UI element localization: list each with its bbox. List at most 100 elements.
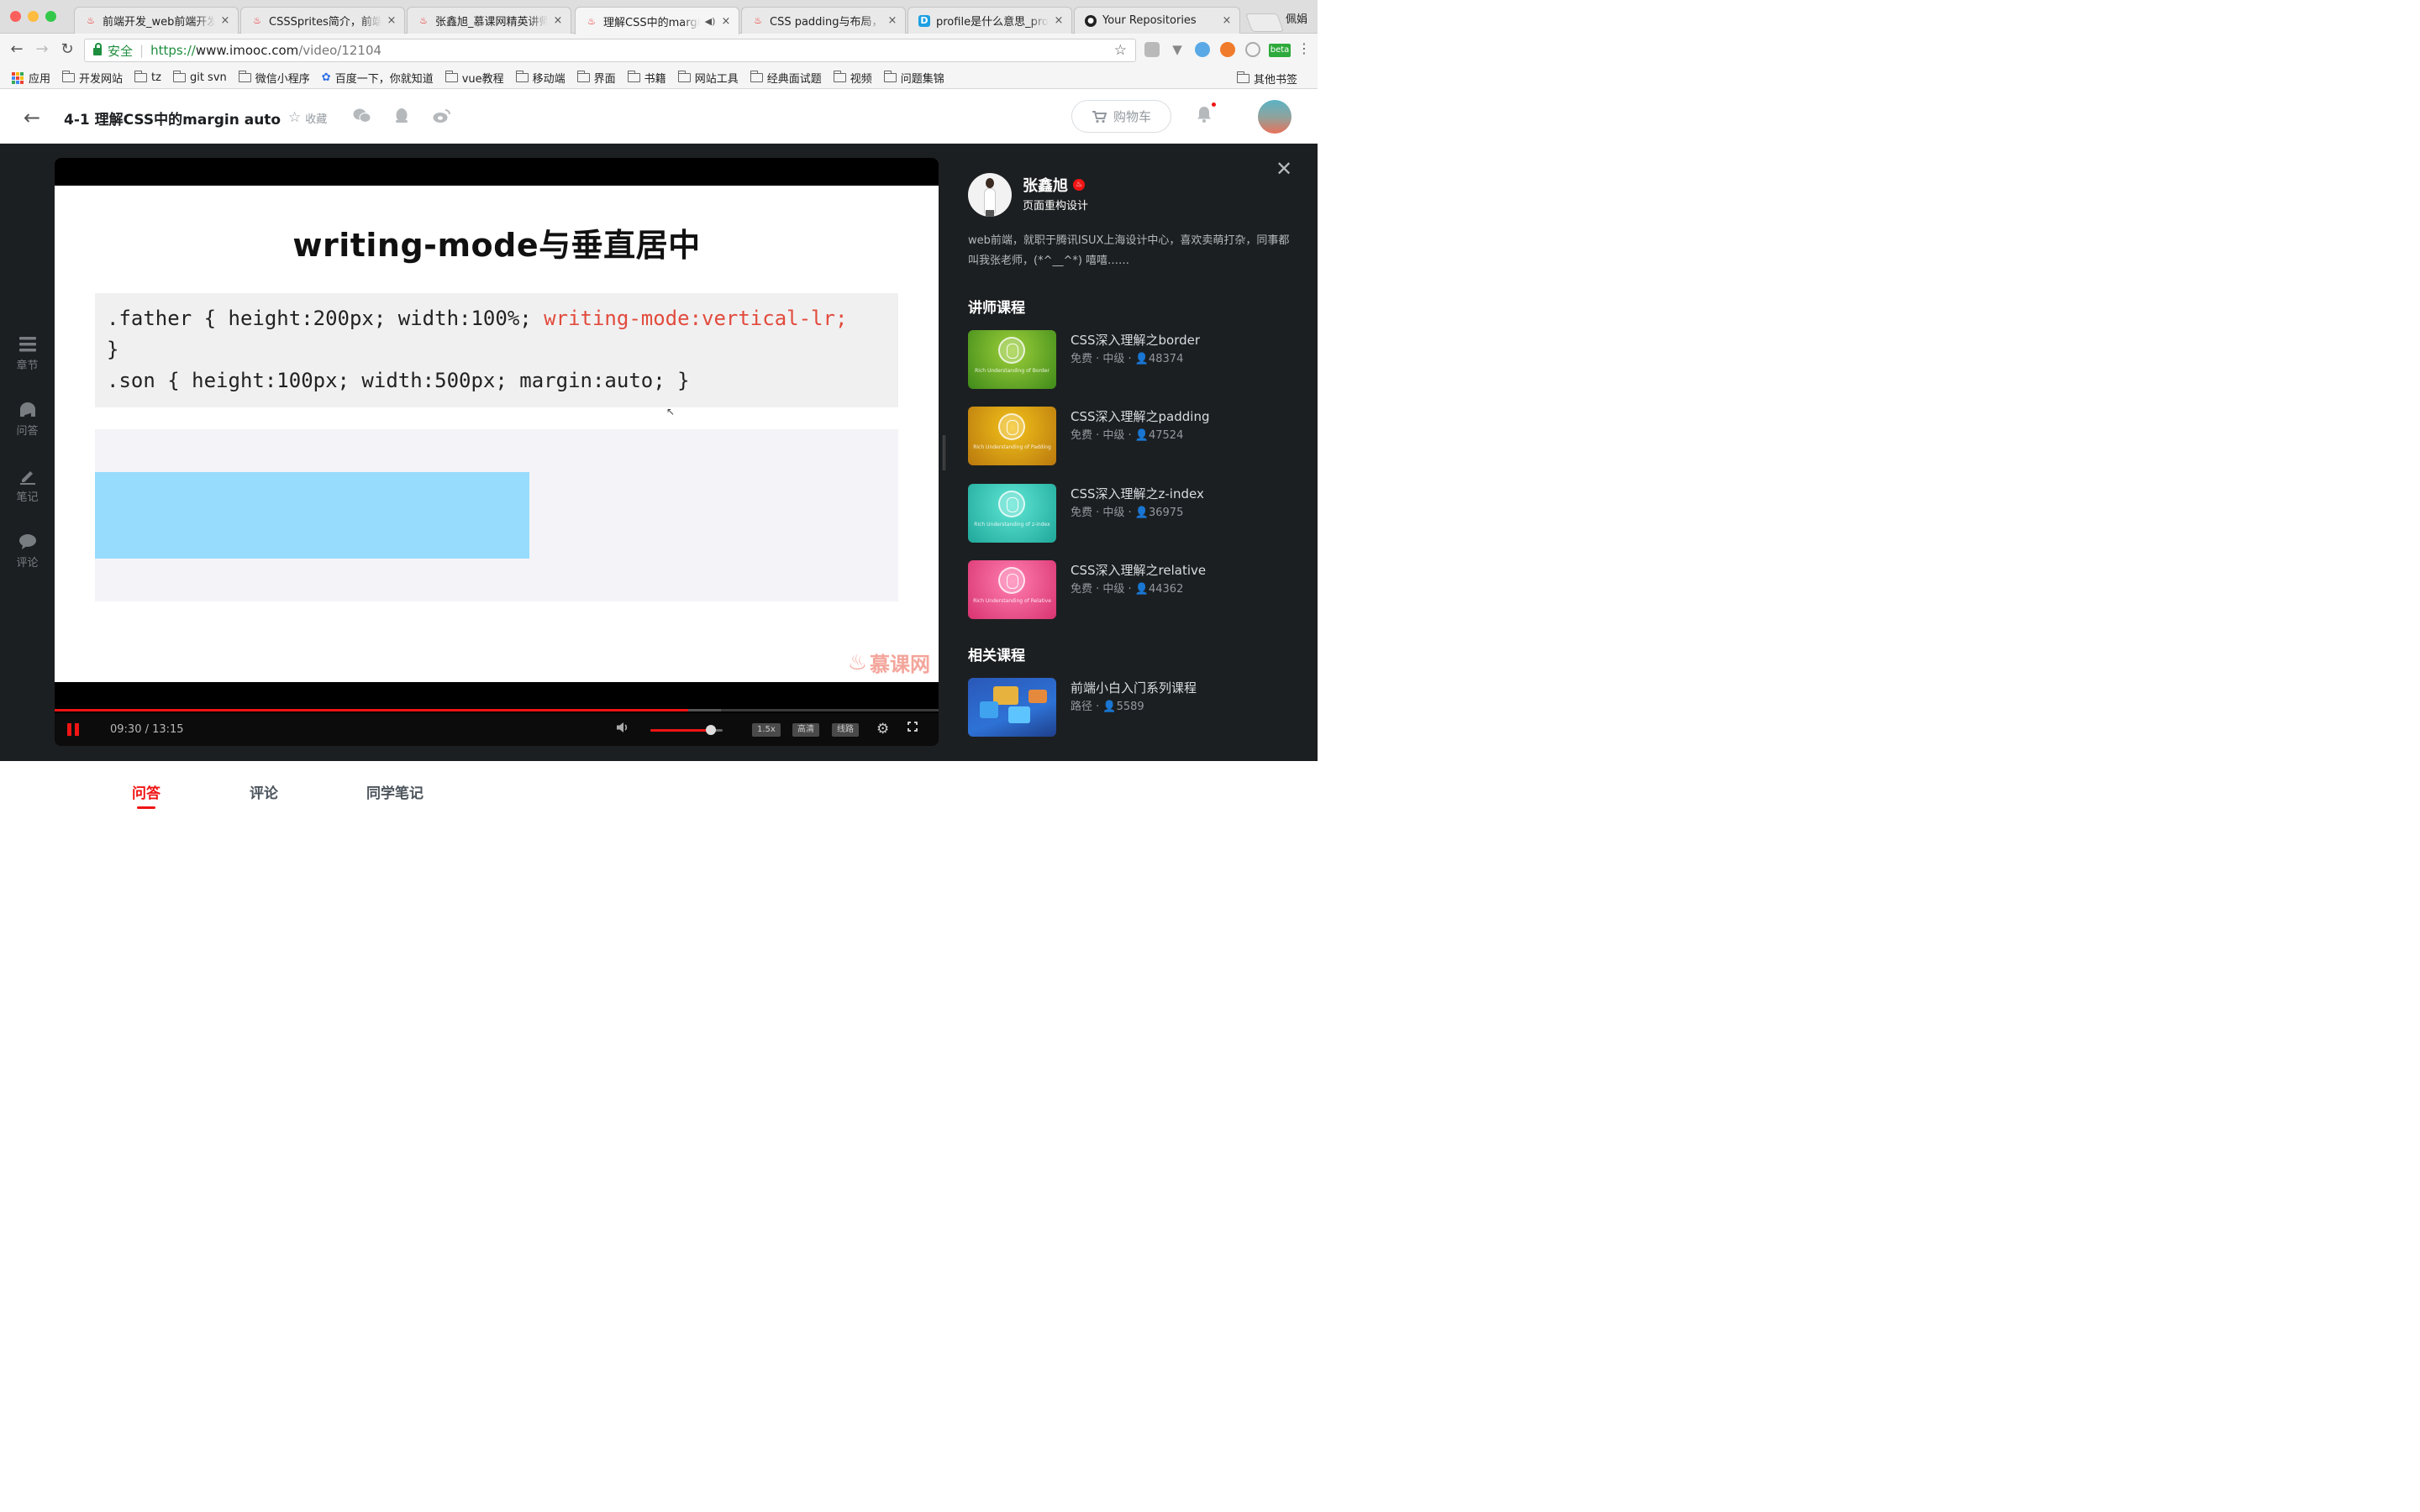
forward-icon[interactable]: → xyxy=(32,40,52,58)
browser-profile-name[interactable]: 佩娟 xyxy=(1286,10,1307,26)
shopping-cart-button[interactable]: 购物车 xyxy=(1071,100,1171,133)
collect-button[interactable]: ☆ 收藏 xyxy=(288,109,327,126)
bookmark-folder[interactable]: 界面 xyxy=(576,70,616,86)
video-player[interactable]: writing-mode与垂直居中 .father { height:200px… xyxy=(55,158,939,746)
tab-qa[interactable]: 问答 xyxy=(132,781,160,802)
address-bar[interactable]: 安全 | https://www.imooc.com/video/12104 ☆ xyxy=(84,39,1136,62)
bookmark-folder[interactable]: 经典面试题 xyxy=(750,70,822,86)
bookmark-label: 其他书签 xyxy=(1253,73,1297,87)
course-card[interactable]: Rich Understanding of z-index CSS深入理解之z-… xyxy=(968,484,1304,543)
course-badge-icon xyxy=(998,567,1025,594)
back-icon[interactable]: ← xyxy=(7,40,27,58)
bookmark-folder[interactable]: tz xyxy=(134,71,161,84)
close-tab-icon[interactable]: × xyxy=(552,14,564,27)
bookmark-folder[interactable]: 开发网站 xyxy=(62,70,123,86)
extension-circle-icon[interactable] xyxy=(1245,42,1260,57)
browser-menu-icon[interactable]: ⋮ xyxy=(1294,40,1314,56)
volume-slider[interactable] xyxy=(650,725,723,735)
bookmark-folder[interactable]: 视频 xyxy=(833,70,872,86)
tab-classmate-notes[interactable]: 同学笔记 xyxy=(366,781,424,802)
bookmark-folder[interactable]: git svn xyxy=(172,71,227,84)
quality-button[interactable]: 高清 xyxy=(792,723,819,737)
tab-title: CSSSprites简介，前端 xyxy=(269,16,381,29)
close-tab-icon[interactable]: × xyxy=(1053,14,1065,27)
zoom-window-button[interactable] xyxy=(45,11,56,22)
extension-blue-icon[interactable] xyxy=(1195,42,1210,57)
close-tab-icon[interactable]: × xyxy=(1221,14,1233,27)
thumb-caption: Rich Understanding of Border xyxy=(975,368,1050,374)
rail-item-comments[interactable]: 评论 xyxy=(0,533,55,570)
vue-devtools-icon[interactable]: ▼ xyxy=(1170,42,1185,57)
browser-tab[interactable]: ♨ 张鑫旭_慕课网精英讲师 × xyxy=(407,7,571,34)
other-bookmarks[interactable]: 其他书签 xyxy=(1236,67,1297,89)
settings-gear-icon[interactable]: ⚙ xyxy=(876,721,889,738)
bookmark-apps[interactable]: 应用 xyxy=(12,70,50,86)
qa-icon xyxy=(19,402,35,417)
close-tab-icon[interactable]: × xyxy=(886,14,898,27)
tab-title: 前端开发_web前端开发 xyxy=(103,16,215,29)
bookmark-baidu[interactable]: ✿ 百度一下，你就知道 xyxy=(322,70,434,86)
bookmark-folder[interactable]: vue教程 xyxy=(445,70,504,86)
tab-comments[interactable]: 评论 xyxy=(250,781,278,802)
close-tab-icon[interactable]: × xyxy=(720,15,732,28)
qq-share-icon[interactable] xyxy=(394,108,409,129)
code-line: .son { height:100px; width:500px; margin… xyxy=(107,369,690,392)
video-stage: 章节 问答 笔记 评论 writing-mode与垂直居中 .father { … xyxy=(0,144,1318,761)
volume-icon[interactable] xyxy=(616,722,629,737)
audio-playing-icon[interactable]: ◀) xyxy=(704,16,716,27)
volume-knob[interactable] xyxy=(706,725,717,735)
course-badge-icon xyxy=(998,413,1025,440)
browser-toolbar: ← → ↻ 安全 | https://www.imooc.com/video/1… xyxy=(0,34,1318,67)
close-tab-icon[interactable]: × xyxy=(386,14,397,27)
bookmark-label: git svn xyxy=(189,71,227,84)
course-title: CSS深入理解之z-index xyxy=(1071,486,1204,501)
bookmark-folder[interactable]: 书籍 xyxy=(627,70,666,86)
teacher-name-row[interactable]: 张鑫旭 ♨ xyxy=(1023,174,1085,196)
bookmark-folder[interactable]: 移动端 xyxy=(515,70,566,86)
bookmark-folder[interactable]: 问题集锦 xyxy=(883,70,944,86)
back-arrow-icon[interactable]: ← xyxy=(24,106,40,129)
rail-item-notes[interactable]: 笔记 xyxy=(0,468,55,504)
teacher-avatar[interactable] xyxy=(968,173,1012,217)
new-tab-button[interactable] xyxy=(1244,13,1285,32)
course-card[interactable]: 前端小白入门系列课程 路径 · 👤5589 xyxy=(968,678,1304,737)
beta-extension-icon[interactable]: beta xyxy=(1269,44,1291,57)
extension-orange-icon[interactable] xyxy=(1220,42,1235,57)
minimize-window-button[interactable] xyxy=(28,11,39,22)
url-host: www.imooc.com xyxy=(195,43,299,58)
browser-tab[interactable]: ● Your Repositories × xyxy=(1074,7,1240,34)
close-tab-icon[interactable]: × xyxy=(219,14,231,27)
fullscreen-icon[interactable] xyxy=(907,721,918,732)
route-button[interactable]: 线路 xyxy=(832,723,859,737)
browser-tab[interactable]: ♨ CSSSprites简介，前端 × xyxy=(240,7,405,34)
rail-label: 章节 xyxy=(16,360,39,372)
course-card[interactable]: Rich Understanding of Padding CSS深入理解之pa… xyxy=(968,407,1304,465)
pause-icon[interactable] xyxy=(67,723,79,736)
code-line: .father { height:200px; width:100%; xyxy=(107,307,544,330)
weibo-share-icon[interactable] xyxy=(433,108,451,129)
browser-tab-active[interactable]: ♨ 理解CSS中的margin ◀) × xyxy=(575,7,739,34)
speed-button[interactable]: 1.5x xyxy=(752,723,781,737)
progress-bar[interactable] xyxy=(55,709,939,711)
extension-icon[interactable] xyxy=(1144,42,1160,57)
course-card[interactable]: Rich Understanding of Border CSS深入理解之bor… xyxy=(968,330,1304,389)
browser-tab[interactable]: ♨ 前端开发_web前端开发 × xyxy=(74,7,239,34)
panel-resize-handle[interactable] xyxy=(943,435,945,470)
bookmark-folder[interactable]: 网站工具 xyxy=(677,70,739,86)
rail-item-qa[interactable]: 问答 xyxy=(0,402,55,438)
notification-bell-icon[interactable] xyxy=(1197,106,1212,127)
course-card[interactable]: Rich Understanding of Relative CSS深入理解之r… xyxy=(968,560,1304,619)
browser-tab[interactable]: D profile是什么意思_profi × xyxy=(908,7,1072,34)
rail-item-chapters[interactable]: 章节 xyxy=(0,336,55,372)
browser-tab[interactable]: ♨ CSS padding与布局，C × xyxy=(741,7,906,34)
reload-icon[interactable]: ↻ xyxy=(57,40,77,58)
bookmark-label: 视频 xyxy=(850,73,872,86)
bookmark-star-icon[interactable]: ☆ xyxy=(1114,42,1127,59)
tab-title: Your Repositories xyxy=(1102,14,1197,27)
bookmark-folder[interactable]: 微信小程序 xyxy=(238,70,310,86)
comment-bubble-icon xyxy=(18,534,36,549)
wechat-share-icon[interactable] xyxy=(353,108,371,129)
close-window-button[interactable] xyxy=(10,11,21,22)
user-avatar[interactable] xyxy=(1258,100,1292,134)
github-icon: ● xyxy=(1085,14,1097,27)
